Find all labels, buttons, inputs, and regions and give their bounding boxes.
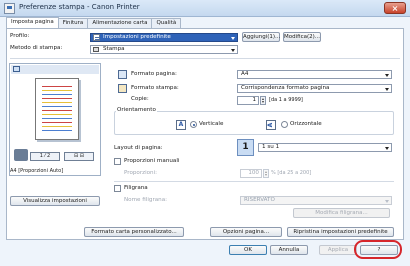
landscape-radio[interactable] [281,121,288,128]
window-title: Preferenze stampa - Canon Printer [19,3,140,11]
chevron-down-icon [231,49,235,52]
tab-finishing[interactable]: Finitura [57,18,89,28]
chevron-down-icon [231,37,235,40]
scaling-label: Proporzioni: [124,170,158,176]
manual-scaling-label: Proporzioni manuali [124,158,180,164]
page-size-value: A4 [241,71,249,77]
preview-caption: A4 [Proporzioni Auto] [10,168,64,174]
preview-toolbar [11,65,99,74]
chevron-down-icon [385,74,389,77]
page-layout-icon: 1 [237,139,254,156]
profile-value: Impostazioni predefinite [103,34,171,40]
watermark-label: Filigrana [124,185,148,191]
restore-defaults-button[interactable]: Ripristina impostazioni predefinite [287,227,394,237]
output-size-label: Formato stampa: [131,85,179,91]
chevron-down-icon [385,88,389,91]
watermark-value: RISERVATO [244,197,275,203]
copies-input[interactable]: 1 [237,96,259,105]
custom-paper-size-button[interactable]: Formato carta personalizzato... [84,227,184,237]
chevron-down-icon [385,147,389,150]
page-options-button[interactable]: Opzioni pagina... [210,227,282,237]
profile-label: Profilo: [10,33,30,39]
output-size-icon [118,84,127,93]
output-method-label: Metodo di stampa: [10,45,63,51]
portrait-label: Verticale [199,121,224,127]
page-size-icon [118,70,127,79]
edit-profile-button[interactable]: Modifica(2)... [283,32,321,42]
profile-icon [93,34,100,41]
scaling-spinner[interactable] [263,169,269,178]
printer-app-icon [4,3,15,14]
title-bar: Preferenze stampa - Canon Printer × [0,0,410,17]
scaling-input[interactable]: 100 [240,169,262,178]
apply-button[interactable]: Applica [319,245,357,255]
copies-range: [da 1 a 9999] [269,97,303,103]
divider [10,58,400,59]
cancel-button[interactable]: Annulla [270,245,308,255]
watermark-select[interactable]: RISERVATO [240,196,392,205]
tab-bar: Imposta pagina Finitura Alimentazione ca… [6,17,182,28]
finishing-icon: 1 ⁄ 2 [30,152,60,161]
orientation-group [114,111,394,135]
profile-select[interactable]: Impostazioni predefinite [90,33,238,42]
duplex-icon: ⊟ ⊟ [64,152,94,161]
orientation-label: Orientamento [116,107,157,113]
tab-paper-source[interactable]: Alimentazione carta [87,18,153,28]
sample-content [42,86,72,132]
page-layout-select[interactable]: 1 su 1 [258,143,392,152]
portrait-icon: A [176,120,186,130]
ok-button[interactable]: OK [229,245,267,255]
chevron-down-icon [385,200,389,203]
tab-page-setup[interactable]: Imposta pagina [6,17,59,28]
tab-quality[interactable]: Qualità [151,18,182,28]
scaling-range: % [da 25 a 200] [271,170,312,176]
watermark-checkbox[interactable] [114,185,121,192]
output-method-value: Stampa [103,46,125,52]
close-button[interactable]: × [384,2,406,14]
output-size-select[interactable]: Corrispondenza formato pagina [237,84,392,93]
portrait-radio[interactable] [190,121,197,128]
page-layout-label: Layout di pagina: [114,145,163,151]
output-method-select[interactable]: Stampa [90,45,238,54]
divider [114,181,394,182]
manual-scaling-checkbox[interactable] [114,158,121,165]
show-settings-button[interactable]: Visualizza impostazioni [10,196,100,206]
copies-label: Copie: [131,96,149,102]
printer-icon [93,47,99,52]
output-size-value: Corrispondenza formato pagina [241,85,330,91]
page-size-label: Formato pagina: [131,71,177,77]
preview-toggle-icon[interactable] [13,66,20,72]
copies-spinner[interactable] [260,96,266,105]
help-highlight-ring [354,240,402,259]
watermark-name-label: Nome filigrana: [124,197,168,203]
page-size-select[interactable]: A4 [237,70,392,79]
page-preview [35,78,79,140]
landscape-icon: A [266,120,276,130]
edit-watermark-button[interactable]: Modifica filigrana... [293,208,390,218]
landscape-label: Orizzontale [290,121,322,127]
preview-pane: 1 ⁄ 2 ⊟ ⊟ [9,63,101,176]
add-profile-button[interactable]: Aggiungi(1)... [242,32,280,42]
printer-device-icon [14,149,28,161]
page-layout-value: 1 su 1 [262,144,280,150]
